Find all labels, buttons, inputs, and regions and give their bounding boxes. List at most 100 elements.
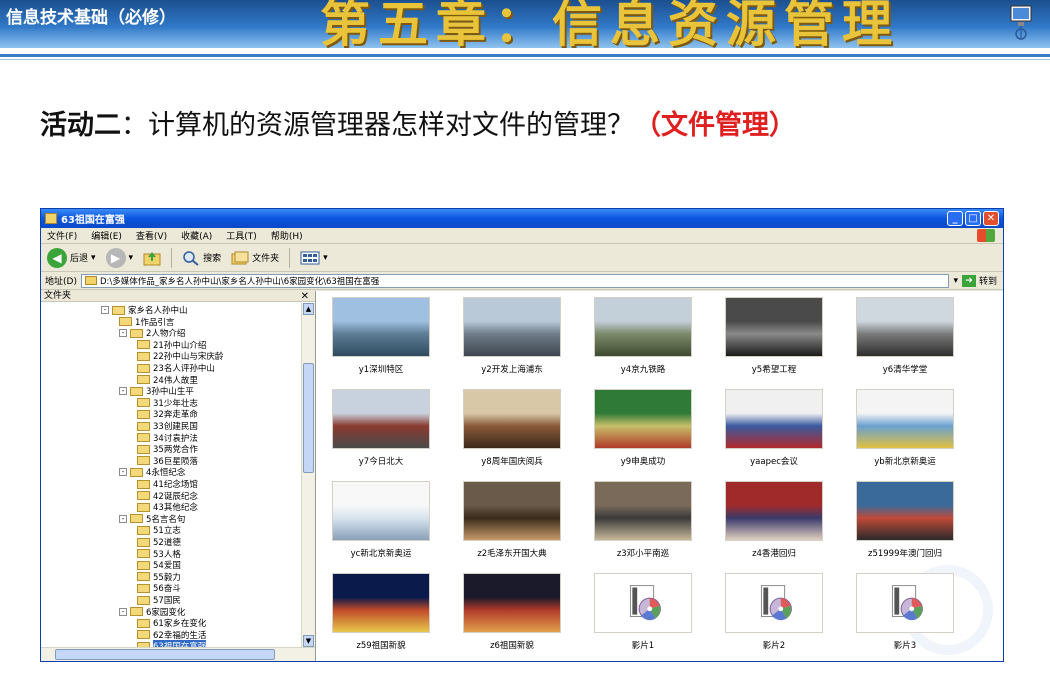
header-rule xyxy=(0,54,1050,57)
folder-icon xyxy=(137,409,150,419)
tree-item[interactable]: 56奋斗 xyxy=(137,583,181,594)
folder-icon xyxy=(137,618,150,628)
tree-item[interactable]: 22孙中山与宋庆龄 xyxy=(137,351,223,362)
collapse-toggle-icon[interactable]: - xyxy=(119,329,127,338)
tree-item[interactable]: 52道德 xyxy=(137,537,181,548)
video-file-item[interactable]: 影片1 xyxy=(588,573,698,663)
image-file-item[interactable]: y2开发上海浦东 xyxy=(457,297,567,387)
menu-view[interactable]: 查看(V) xyxy=(136,229,167,242)
tree-item[interactable]: 54爱国 xyxy=(137,560,181,572)
close-pane-icon[interactable]: ✕ xyxy=(301,291,309,302)
image-file-item[interactable]: y1深圳特区 xyxy=(326,297,436,387)
menu-file[interactable]: 文件(F) xyxy=(47,229,77,242)
close-button[interactable]: ✕ xyxy=(983,211,999,226)
tree-horizontal-scrollbar[interactable] xyxy=(41,647,315,661)
tree-item[interactable]: 33创建民国 xyxy=(137,421,198,432)
image-file-item[interactable]: z3邓小平南巡 xyxy=(588,481,698,571)
folder-icon xyxy=(137,363,150,373)
image-file-item[interactable]: z51999年澳门回归 xyxy=(850,481,960,571)
image-file-item[interactable]: z4香港回归 xyxy=(719,481,829,571)
folder-icon xyxy=(137,433,150,443)
tree-item[interactable]: 1作品引言 xyxy=(119,317,175,328)
folder-tree-pane: 文件夹 ✕ - 家乡名人孙中山 1作品引言 -2人物介绍 21孙中山介绍 22孙中山与宋庆… xyxy=(41,291,316,661)
tree-item[interactable]: 55毅力 xyxy=(137,572,181,583)
tree-vertical-scrollbar[interactable]: ▲ ▼ xyxy=(301,303,315,647)
scroll-thumb[interactable] xyxy=(55,649,275,660)
tree-item[interactable]: 23名人评孙中山 xyxy=(137,363,215,374)
chevron-down-icon: ▾ xyxy=(91,252,96,263)
menu-edit[interactable]: 编辑(E) xyxy=(91,229,122,242)
tree-item[interactable]: 61家乡在变化 xyxy=(137,618,206,629)
address-dropdown-icon[interactable]: ▾ xyxy=(953,276,958,286)
tree-item-label: 1作品引言 xyxy=(135,317,175,328)
image-thumbnail xyxy=(594,297,692,357)
maximize-button[interactable]: □ xyxy=(965,211,981,226)
tree-item[interactable]: - 4永恒纪念 xyxy=(119,467,185,478)
folders-button[interactable]: 文件夹 xyxy=(231,250,279,266)
tree-item-label: 54爱国 xyxy=(153,561,181,572)
tree-item[interactable]: - 5名言名句 xyxy=(119,514,185,525)
tree-item[interactable]: 57国民 xyxy=(137,595,181,606)
tree-item[interactable]: 35两党合作 xyxy=(137,444,198,456)
collapse-toggle-icon[interactable]: - xyxy=(119,514,127,523)
tree-item[interactable]: - 6家园变化 xyxy=(119,607,186,618)
tree-item[interactable]: - 3孙中山生平 xyxy=(119,386,194,397)
views-button[interactable]: ▾ xyxy=(300,251,328,265)
tree-item[interactable]: - 2人物介绍 xyxy=(119,328,185,339)
go-button[interactable]: ➜ 转到 xyxy=(961,274,1003,287)
image-file-item[interactable]: yaapec会议 xyxy=(719,389,829,479)
minimize-button[interactable]: _ xyxy=(947,211,963,226)
search-button[interactable]: 搜索 xyxy=(182,250,221,266)
chevron-down-icon: ▾ xyxy=(128,252,134,263)
collapse-toggle-icon[interactable]: - xyxy=(119,387,127,396)
tree-item[interactable]: 24伟人故里 xyxy=(137,375,198,386)
menu-tools[interactable]: 工具(T) xyxy=(226,229,257,242)
image-file-item[interactable]: y7今日北大 xyxy=(326,389,436,479)
scroll-down-icon[interactable]: ▼ xyxy=(303,635,314,647)
tree-item-label: 6家园变化 xyxy=(146,607,186,618)
tree-item[interactable]: 53人格 xyxy=(137,549,181,560)
tree-item[interactable]: - 家乡名人孙中山 xyxy=(101,305,188,316)
image-file-item[interactable]: y8周年国庆阅兵 xyxy=(457,389,567,479)
image-file-item[interactable]: yc新北京新奥运 xyxy=(326,481,436,571)
back-button[interactable]: ◀ 后退 ▾ xyxy=(47,247,96,268)
tree-item[interactable]: 43其他纪念 xyxy=(137,502,198,513)
tree-item[interactable]: 21孙中山介绍 xyxy=(137,340,206,351)
tree-item[interactable]: 41纪念场馆 xyxy=(137,479,198,490)
collapse-toggle-icon[interactable]: - xyxy=(101,306,109,314)
scroll-thumb[interactable] xyxy=(303,363,314,473)
image-file-item[interactable]: y4京九铁路 xyxy=(588,297,698,387)
address-input[interactable]: D:\多媒体作品_家乡名人孙中山\家乡名人孙中山\6家园变化\63祖国在富强 xyxy=(80,273,950,288)
tree-item[interactable]: 62幸福的生活 xyxy=(137,630,206,641)
image-file-item[interactable]: y9申奥成功 xyxy=(588,389,698,479)
address-path: D:\多媒体作品_家乡名人孙中山\家乡名人孙中山\6家园变化\63祖国在富强 xyxy=(99,276,380,287)
forward-arrow-icon: ▶ xyxy=(105,247,126,268)
menu-help[interactable]: 帮助(H) xyxy=(271,229,303,242)
image-file-item[interactable]: z59祖国新貌 xyxy=(326,573,436,663)
tree-item-label: 35两党合作 xyxy=(153,445,198,456)
image-file-item[interactable]: y5希望工程 xyxy=(719,297,829,387)
image-file-item[interactable]: y6清华学堂 xyxy=(850,297,960,387)
collapse-toggle-icon[interactable]: - xyxy=(119,468,127,477)
video-file-item[interactable]: 影片3 xyxy=(850,573,960,663)
image-file-item[interactable]: z2毛泽东开国大典 xyxy=(457,481,567,571)
tree-item[interactable]: 36巨星陨落 xyxy=(137,456,198,467)
image-file-item[interactable]: z6祖国新貌 xyxy=(457,573,567,663)
image-file-item[interactable]: yb新北京新奥运 xyxy=(850,389,960,479)
video-file-item[interactable]: 影片2 xyxy=(719,573,829,663)
menu-favorites[interactable]: 收藏(A) xyxy=(181,229,212,242)
file-name: y2开发上海浦东 xyxy=(481,365,543,375)
tree-item[interactable]: 42诞辰纪念 xyxy=(137,491,198,502)
tree-item[interactable]: 32奔走革命 xyxy=(137,409,198,420)
tree-item[interactable]: 31少年壮志 xyxy=(137,398,198,409)
forward-button[interactable]: ▶ ▾ xyxy=(105,247,134,268)
window-titlebar[interactable]: 63祖国在富强 _ □ ✕ xyxy=(41,209,1003,228)
up-button[interactable] xyxy=(143,250,161,266)
collapse-toggle-icon[interactable]: - xyxy=(119,607,127,616)
tree-item[interactable]: 51立志 xyxy=(137,525,181,536)
address-label: 地址(D) xyxy=(45,277,77,287)
tree-item[interactable]: 34讨袁护法 xyxy=(137,433,198,444)
tree-item-label: 53人格 xyxy=(153,549,181,560)
scroll-up-icon[interactable]: ▲ xyxy=(303,303,314,315)
folder-icon xyxy=(130,467,143,477)
